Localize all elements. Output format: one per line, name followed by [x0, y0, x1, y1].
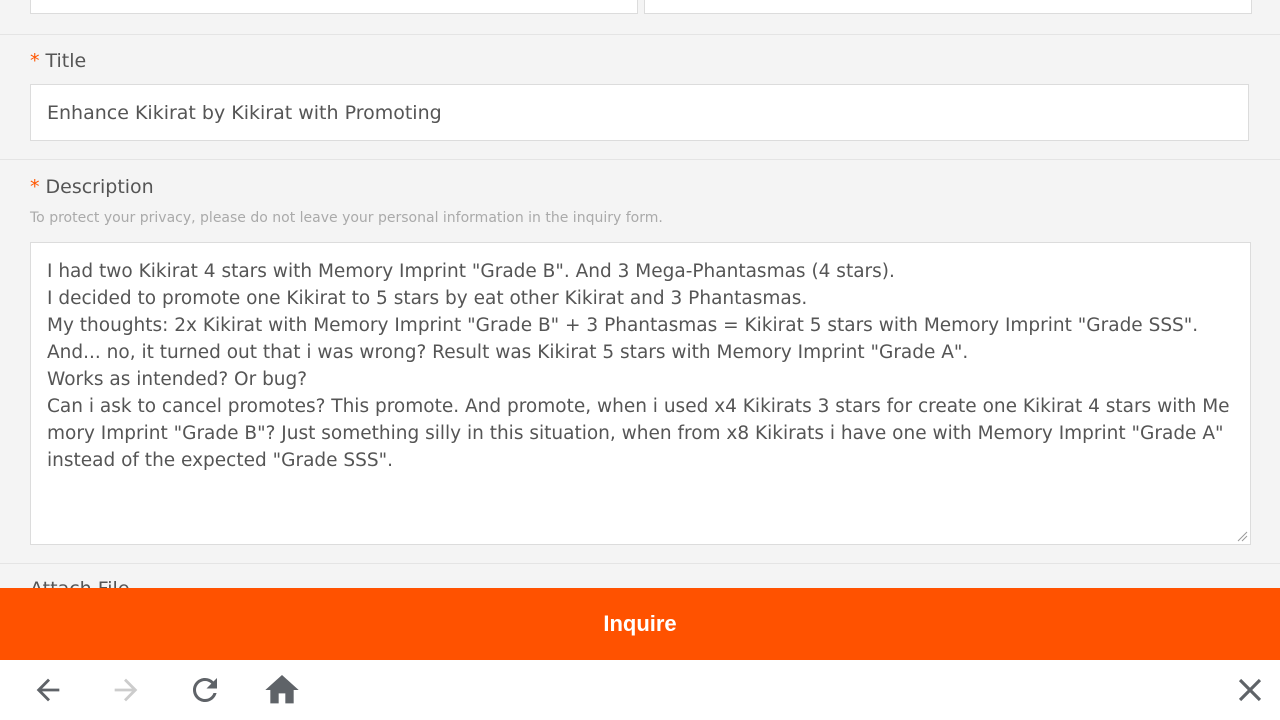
required-mark: *	[30, 176, 40, 198]
home-button[interactable]	[262, 670, 302, 710]
title-input[interactable]	[30, 84, 1249, 141]
home-icon	[265, 675, 299, 704]
refresh-button[interactable]	[185, 670, 225, 710]
previous-fields-row	[0, 0, 1280, 35]
previous-field-right[interactable]	[644, 0, 1252, 14]
description-textarea[interactable]: I had two Kikirat 4 stars with Memory Im…	[30, 242, 1251, 545]
required-mark: *	[30, 50, 40, 72]
back-button[interactable]	[28, 670, 68, 710]
resize-grip-icon[interactable]	[1236, 530, 1248, 542]
refresh-icon	[193, 678, 217, 702]
forward-button[interactable]	[106, 670, 146, 710]
inquire-button[interactable]: Inquire	[0, 588, 1280, 660]
back-arrow-icon	[36, 678, 60, 702]
browser-nav-bar	[0, 660, 1280, 720]
privacy-note: To protect your privacy, please do not l…	[30, 210, 663, 226]
close-icon	[1238, 678, 1262, 702]
close-button[interactable]	[1230, 670, 1270, 710]
title-label-text: Title	[45, 50, 87, 72]
description-label-text: Description	[45, 176, 154, 198]
previous-field-left[interactable]	[30, 0, 638, 14]
description-label: * Description	[30, 176, 154, 198]
title-label: * Title	[30, 50, 86, 72]
forward-arrow-icon	[114, 678, 138, 702]
